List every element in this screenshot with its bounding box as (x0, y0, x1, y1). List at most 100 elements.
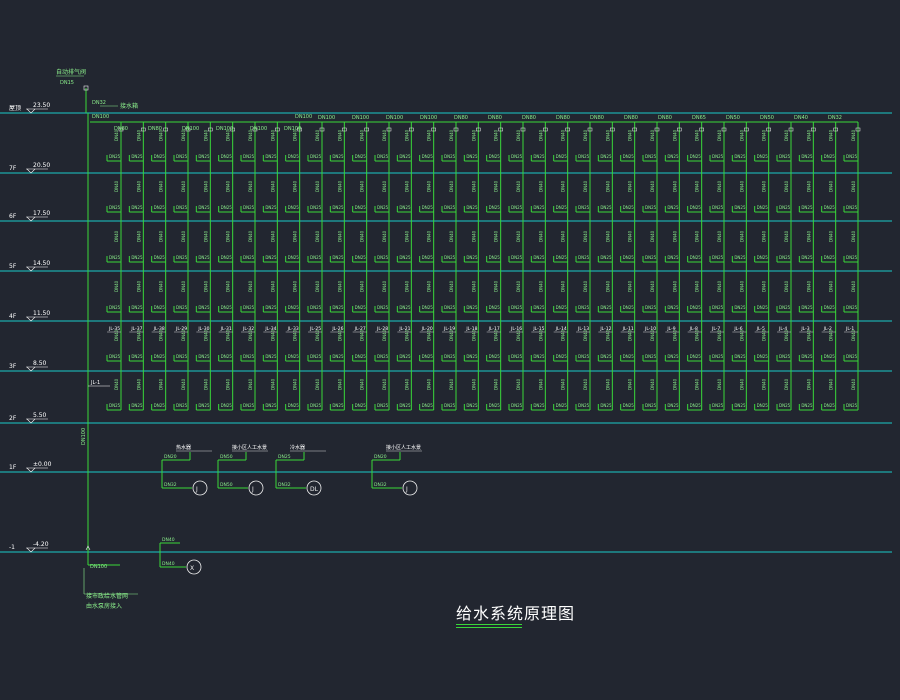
riser-size-label: DN40 (270, 180, 275, 192)
branch-size-label: DN25 (221, 154, 233, 159)
branch-size-label: DN25 (310, 403, 322, 408)
floor-name: 3F (9, 363, 17, 370)
riser-size-label: DN40 (114, 129, 119, 141)
riser-size-label: DN40 (628, 280, 633, 292)
elevation-mark-triangle (26, 266, 36, 272)
branch-size-label: DN25 (511, 154, 523, 159)
branch-size-label: DN25 (355, 403, 367, 408)
riser-size-label: DN40 (471, 280, 476, 292)
riser-size-label: DN40 (672, 378, 677, 390)
branch-size-label: DN25 (154, 255, 166, 260)
riser-size-label: DN40 (382, 180, 387, 192)
branch-size-label: DN25 (198, 255, 210, 260)
branch-size-label: DN25 (176, 403, 188, 408)
riser-size-label: DN40 (360, 378, 365, 390)
branch-size-label: DN25 (712, 205, 724, 210)
riser-size-label: DN40 (583, 378, 588, 390)
header-size-label: DN80 (658, 115, 672, 121)
riser-size-label: DN40 (672, 280, 677, 292)
riser-size-label: DN40 (427, 129, 432, 141)
floor-name: 7F (9, 165, 17, 172)
riser-size-label: DN40 (471, 129, 476, 141)
riser-size-label: DN40 (739, 230, 744, 242)
branch-size-label: DN25 (265, 205, 277, 210)
branch-size-label: DN25 (310, 305, 322, 310)
branch-size-label: DN25 (578, 205, 590, 210)
riser-size-label: DN40 (784, 180, 789, 192)
riser-size-label: DN40 (829, 378, 834, 390)
riser-size-label: DN40 (360, 230, 365, 242)
basement-pipe-size: DN40 (162, 537, 175, 543)
branch-size-label: DN25 (511, 403, 523, 408)
stack-label: JL-37 (130, 326, 142, 332)
riser-size-label: DN40 (427, 378, 432, 390)
riser-size-label: DN40 (382, 378, 387, 390)
riser-size-label: DN40 (203, 378, 208, 390)
branch-size-label: DN25 (734, 403, 746, 408)
riser-size-label: DN40 (650, 280, 655, 292)
branch-size-label: DN25 (355, 255, 367, 260)
branch-size-label: DN25 (332, 205, 344, 210)
branch-size-label: DN25 (377, 205, 389, 210)
branch-size-label: DN25 (310, 255, 322, 260)
branch-size-label: DN25 (489, 154, 501, 159)
riser-size-label: DN40 (739, 129, 744, 141)
branch-size-label: DN25 (824, 305, 836, 310)
branch-size-label: DN25 (578, 403, 590, 408)
riser-size-label: DN40 (494, 129, 499, 141)
branch-size-label: DN25 (265, 354, 277, 359)
branch-size-label: DN25 (355, 154, 367, 159)
riser-size-label: DN40 (628, 180, 633, 192)
floor-name: 1F (9, 464, 17, 471)
branch-size-label: DN25 (422, 255, 434, 260)
header-size-label: DN80 (556, 115, 570, 121)
header-size-label: DN50 (726, 115, 740, 121)
riser-size-label: DN40 (293, 180, 298, 192)
vent-size-label: DN15 (60, 80, 74, 86)
branch-size-label: DN25 (154, 403, 166, 408)
riser-size-label: DN40 (829, 230, 834, 242)
riser-size-label: DN40 (136, 180, 141, 192)
riser-size-label: DN40 (628, 230, 633, 242)
riser-size-label: DN40 (717, 378, 722, 390)
floor-elevation: 11.50 (33, 310, 50, 317)
branch-size-label: DN25 (533, 205, 545, 210)
fixture-drop-size: DN32 (278, 482, 291, 488)
branch-size-label: DN25 (757, 205, 769, 210)
branch-size-label: DN25 (265, 255, 277, 260)
branch-size-label: DN25 (489, 403, 501, 408)
branch-size-label: DN25 (734, 255, 746, 260)
branch-size-label: DN25 (310, 354, 322, 359)
riser-size-label: DN40 (672, 180, 677, 192)
riser-size-label: DN40 (650, 378, 655, 390)
riser-size-label: DN40 (382, 280, 387, 292)
stack-label: JL-27 (354, 326, 366, 332)
branch-size-label: DN25 (332, 255, 344, 260)
riser-size-label: DN40 (471, 230, 476, 242)
riser-size-label: DN40 (561, 280, 566, 292)
branch-size-label: DN25 (444, 305, 456, 310)
riser-size-label: DN40 (159, 180, 164, 192)
branch-size-label: DN25 (824, 255, 836, 260)
stack-label: JL-11 (622, 326, 634, 332)
branch-size-label: DN25 (288, 255, 300, 260)
branch-size-label: DN25 (154, 205, 166, 210)
riser-size-label: DN40 (427, 230, 432, 242)
riser-size-label: DN40 (806, 180, 811, 192)
floor-elevation: -4.20 (33, 541, 49, 548)
riser-size-label: DN40 (561, 129, 566, 141)
riser-size-label: DN40 (806, 280, 811, 292)
branch-size-label: DN25 (712, 255, 724, 260)
riser-size-label: DN40 (181, 180, 186, 192)
stack-label: JL-19 (443, 326, 455, 332)
riser-size-label: DN40 (538, 280, 543, 292)
header-size-label: DN65 (692, 115, 706, 121)
floor-name: 6F (9, 213, 17, 220)
branch-size-label: DN25 (824, 354, 836, 359)
riser-size-label: DN40 (851, 180, 856, 192)
stack-label: JL-1 (845, 326, 854, 332)
branch-size-label: DN25 (846, 255, 858, 260)
riser-size-label: DN40 (136, 230, 141, 242)
branch-size-label: DN25 (623, 403, 635, 408)
floor-name: -1 (9, 544, 15, 551)
